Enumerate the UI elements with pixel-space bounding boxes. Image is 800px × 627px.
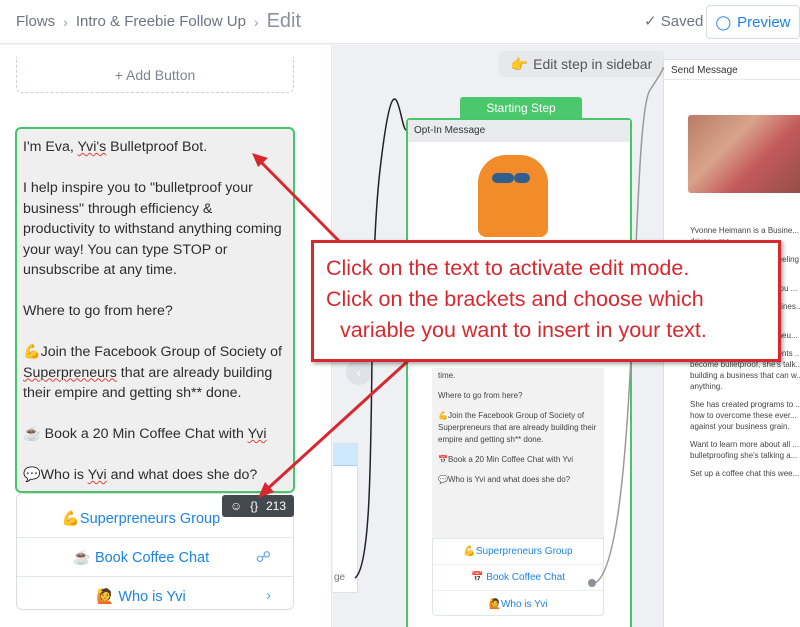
breadcrumb: Flows › Intro & Freebie Follow Up › Edit	[16, 10, 301, 33]
starting-step-label: Starting Step	[460, 97, 582, 119]
editor-sidebar: + Add Button I'm Eva, Yvi's Bulletproof …	[0, 45, 332, 627]
variable-brackets-icon[interactable]: {}	[250, 499, 258, 513]
text-line: I'm Eva, Yvi's Bulletproof Bot.	[23, 139, 208, 155]
node-button[interactable]: 💪Superpreneurs Group	[433, 539, 603, 565]
node-title: Send Message	[664, 60, 800, 80]
text-line: 💬Who is Yvi and what does she do?	[23, 467, 258, 483]
check-icon: ✓	[644, 13, 657, 30]
saved-status: ✓ Saved	[644, 13, 704, 30]
message-text-editor[interactable]: I'm Eva, Yvi's Bulletproof Bot. I help i…	[15, 127, 295, 493]
add-button[interactable]: + Add Button	[16, 57, 294, 93]
robot-image	[432, 150, 604, 240]
chevron-right-icon: ›	[63, 13, 68, 30]
emoji-icon[interactable]: ☺	[230, 499, 242, 513]
edit-step-hint: 👉 Edit step in sidebar	[499, 51, 664, 77]
top-header: Flows › Intro & Freebie Follow Up › Edit…	[0, 0, 800, 44]
annotation-callout: Click on the text to activate edit mode.…	[311, 240, 781, 362]
text-line: I help inspire you to "bulletproof your …	[23, 180, 282, 278]
messenger-icon: ◯	[715, 13, 732, 30]
preview-button[interactable]: ◯ Preview	[706, 5, 800, 39]
breadcrumb-flow-name[interactable]: Intro & Freebie Follow Up	[76, 13, 246, 30]
character-count: 213	[266, 499, 287, 513]
link-icon[interactable]: ☍	[256, 548, 271, 566]
node-button[interactable]: 📅 Book Coffee Chat	[433, 565, 603, 591]
page-title: Edit	[266, 10, 302, 32]
button-book-coffee-chat[interactable]: ☕ Book Coffee Chat ☍	[17, 538, 293, 577]
pointing-hand-icon: 👉	[510, 55, 529, 72]
node-text-preview: time. Where to go from here? 💪Join the F…	[432, 368, 604, 538]
node-button[interactable]: 🙋Who is Yvi	[433, 591, 603, 617]
text-line: Where to go from here?	[23, 303, 173, 319]
chevron-left-icon[interactable]: ‹	[346, 359, 372, 385]
breadcrumb-flows[interactable]: Flows	[16, 13, 55, 30]
flow-node-partial[interactable]: ge	[333, 443, 358, 593]
chevron-right-icon: ›	[253, 13, 259, 30]
node-button-list: 💪Superpreneurs Group 📅 Book Coffee Chat …	[432, 538, 604, 616]
optin-message-node[interactable]: Opt-In Message time. Where to go from he…	[406, 118, 632, 627]
profile-photo	[688, 115, 800, 193]
text-toolbar: ☺ {} 213	[222, 495, 294, 517]
text-line: ☕ Book a 20 Min Coffee Chat with Yvi	[23, 426, 267, 442]
chevron-right-icon[interactable]: ›	[266, 587, 271, 604]
node-title: Opt-In Message	[408, 120, 630, 142]
text-line: 💪Join the Facebook Group of Society of S…	[23, 344, 282, 401]
button-who-is-yvi[interactable]: 🙋 Who is Yvi ›	[17, 577, 293, 616]
